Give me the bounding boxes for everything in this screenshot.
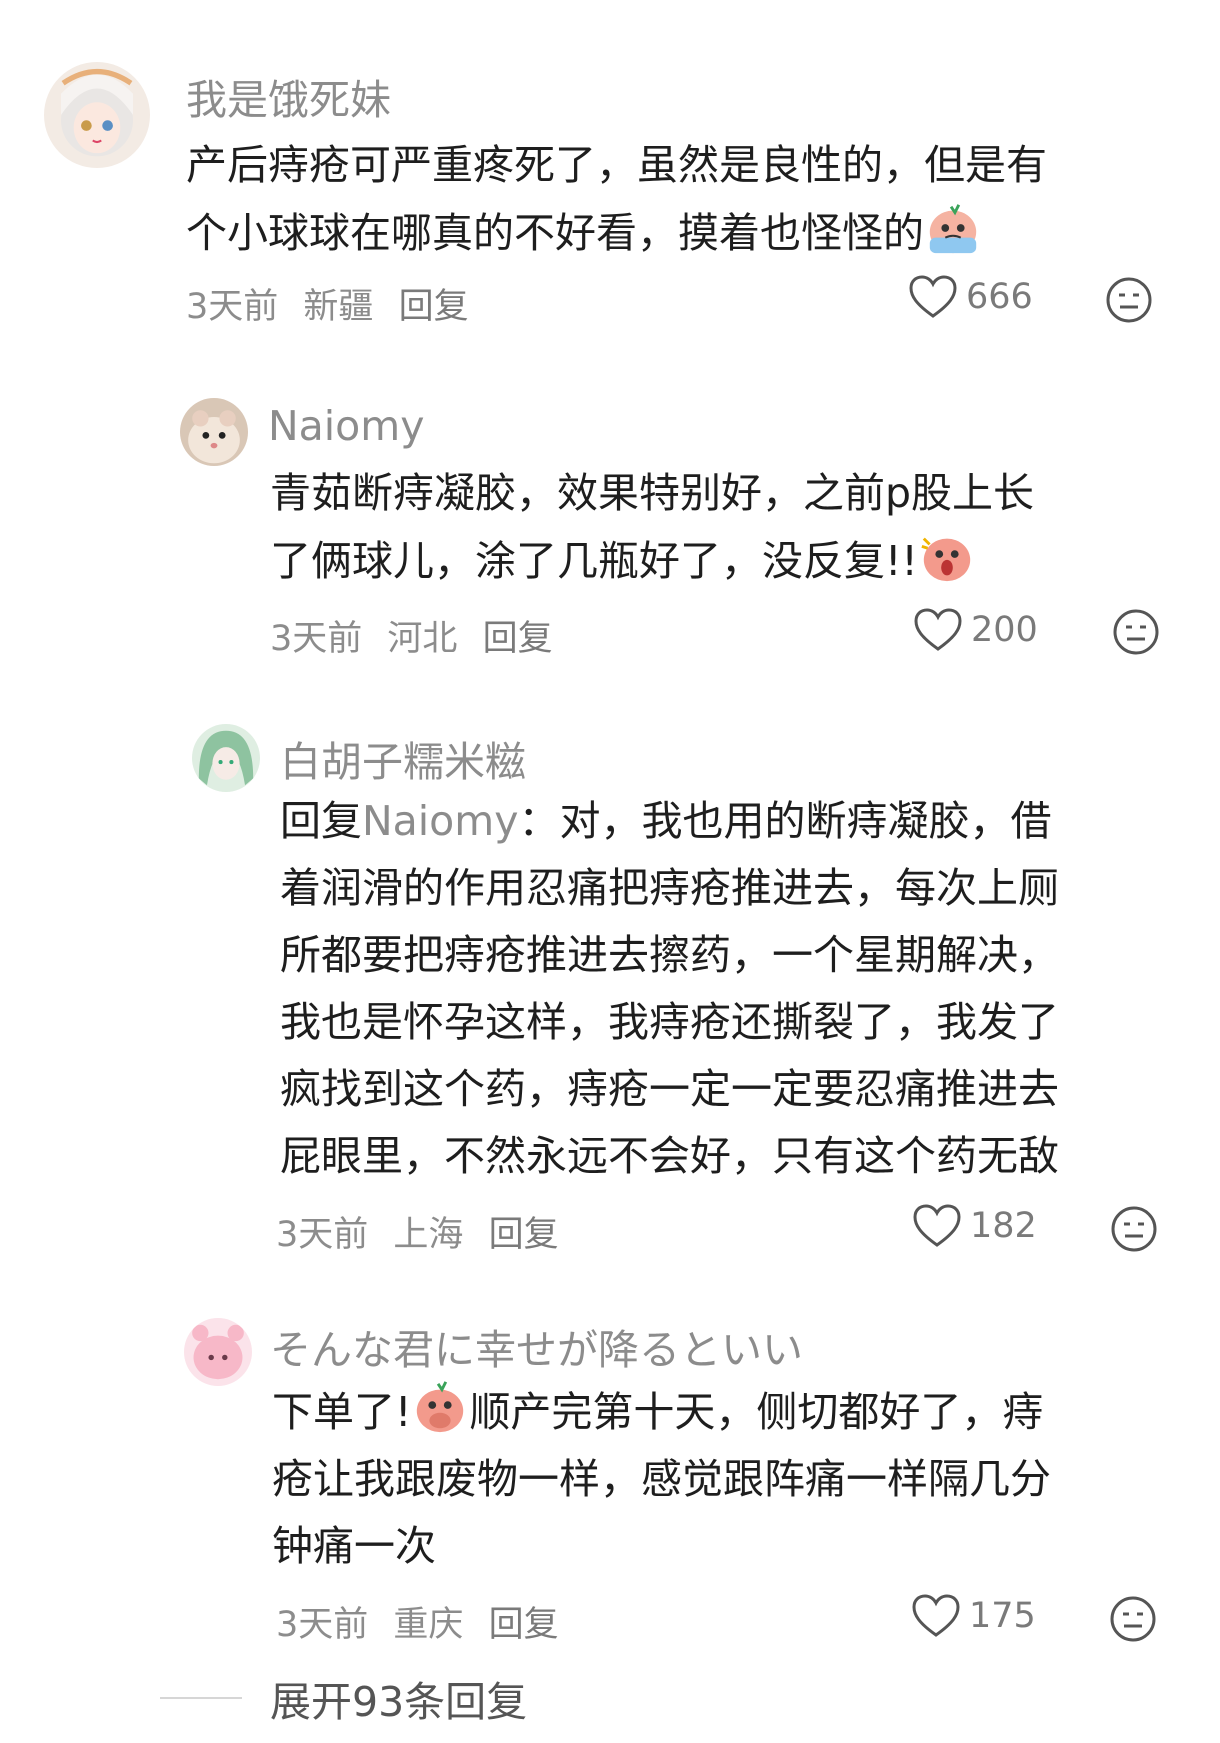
username[interactable]: Naiomy: [268, 402, 424, 450]
comment-time: 3天前: [186, 287, 279, 327]
comment-line: 了俩球儿，涂了几瓶好了，没反复!!: [270, 527, 1034, 595]
comment-line-text: ：对，我也用的断痔凝胶，借: [518, 797, 1052, 845]
reply-button[interactable]: 回复: [399, 287, 469, 327]
username[interactable]: 白胡子糯米糍: [280, 728, 526, 788]
comment-meta: 3天前 新疆 回复: [186, 278, 483, 329]
expand-replies-label: 展开93条回复: [270, 1678, 528, 1726]
avatar-hamster-image: [180, 398, 248, 466]
comment-body: 下单了! 顺产完第十天，侧切都好了，痔 疮让我跟废物一样，感觉跟阵痛一样隔几分 钟…: [272, 1378, 1051, 1580]
comment-body: 回复Naiomy：对，我也用的断痔凝胶，借 着润滑的作用忍痛把痔疮推进去，每次上…: [280, 788, 1059, 1190]
comment-location: 重庆: [393, 1605, 464, 1645]
comment-line-text: 了俩球儿，涂了几瓶好了，没反复!!: [270, 537, 918, 585]
like-button[interactable]: 200: [913, 607, 1038, 653]
like-button[interactable]: 666: [908, 274, 1033, 320]
avatar[interactable]: [184, 1318, 252, 1386]
like-count: 182: [970, 1206, 1037, 1246]
comment-line: 下单了! 顺产完第十天，侧切都好了，痔: [272, 1378, 1051, 1446]
avatar-green-hair-image: [192, 724, 260, 792]
comment-meta: 3天前 重庆 回复: [276, 1596, 573, 1647]
comment-line: 钟痛一次: [272, 1522, 436, 1570]
comment-time: 3天前: [270, 619, 363, 659]
like-count: 175: [969, 1596, 1036, 1636]
comment-line: 我也是怀孕这样，我痔疮还撕裂了，我发了: [280, 998, 1059, 1046]
like-button[interactable]: 175: [911, 1593, 1036, 1639]
comment-line: 回复Naiomy：对，我也用的断痔凝胶，借: [280, 788, 1059, 855]
like-button[interactable]: 182: [912, 1203, 1037, 1249]
comment-line: 个小球球在哪真的不好看，摸着也怪怪的: [186, 199, 1047, 267]
dislike-button[interactable]: [1110, 1205, 1158, 1253]
heart-icon: [913, 1204, 961, 1247]
neutral-face-icon: [1110, 1596, 1156, 1642]
expand-divider: [160, 1697, 242, 1699]
comment-location: 新疆: [303, 287, 374, 327]
reply-prefix: 回复: [280, 797, 362, 845]
comment-time: 3天前: [276, 1215, 369, 1255]
comment-body: 产后痔疮可严重疼死了，虽然是良性的，但是有 个小球球在哪真的不好看，摸着也怪怪的: [186, 132, 1047, 267]
comment-line: 所都要把痔疮推进去擦药，一个星期解决，: [280, 931, 1059, 979]
comment-line: 产后痔疮可严重疼死了，虽然是良性的，但是有: [186, 141, 1047, 189]
crying-emoji: [924, 199, 982, 257]
expand-replies-button[interactable]: 展开93条回复: [160, 1668, 527, 1728]
heart-icon: [912, 1594, 960, 1637]
like-count: 666: [966, 277, 1033, 317]
comment-line-text: 顺产完第十天，侧切都好了，痔: [469, 1388, 1044, 1436]
comment-line: 疯找到这个药，痔疮一定一定要忍痛推进去: [280, 1065, 1059, 1113]
avatar[interactable]: [192, 724, 260, 792]
comment-line: 疮让我跟废物一样，感觉跟阵痛一样隔几分: [272, 1455, 1051, 1503]
comment-line: 青茹断痔凝胶，效果特别好，之前p股上长: [270, 469, 1035, 517]
comment-location: 河北: [387, 619, 458, 659]
like-count: 200: [971, 610, 1038, 650]
dislike-button[interactable]: [1109, 1595, 1157, 1643]
username[interactable]: 我是饿死妹: [186, 66, 391, 126]
heart-icon: [909, 275, 957, 318]
avatar[interactable]: [44, 62, 150, 168]
comment-meta: 3天前 上海 回复: [276, 1206, 573, 1257]
comment-meta: 3天前 河北 回复: [270, 610, 567, 661]
dislike-button[interactable]: [1112, 608, 1160, 656]
neutral-face-icon: [1106, 277, 1152, 323]
comment-time: 3天前: [276, 1605, 369, 1645]
avatar[interactable]: [180, 398, 248, 466]
surprised-emoji: [918, 527, 976, 585]
avatar-pink-character-image: [184, 1318, 252, 1386]
avatar-anime-girl-image: [44, 62, 150, 168]
reply-button[interactable]: 回复: [483, 619, 553, 659]
reply-button[interactable]: 回复: [489, 1215, 559, 1255]
neutral-face-icon: [1113, 609, 1159, 655]
covering-mouth-emoji: [411, 1378, 469, 1436]
username[interactable]: そんな君に幸せが降るといい: [270, 1316, 803, 1376]
heart-icon: [914, 608, 962, 651]
dislike-button[interactable]: [1105, 276, 1153, 324]
comment-line: 屁眼里，不然永远不会好，只有这个药无敌: [280, 1132, 1059, 1180]
reply-button[interactable]: 回复: [489, 1605, 559, 1645]
comment-location: 上海: [393, 1215, 464, 1255]
comment-body: 青茹断痔凝胶，效果特别好，之前p股上长 了俩球儿，涂了几瓶好了，没反复!!: [270, 460, 1034, 595]
neutral-face-icon: [1111, 1206, 1157, 1252]
comment-line-text: 个小球球在哪真的不好看，摸着也怪怪的: [186, 209, 924, 257]
comment-line: 着润滑的作用忍痛把痔疮推进去，每次上厕: [280, 864, 1059, 912]
comment-line-text: 下单了!: [272, 1388, 412, 1436]
reply-target-name[interactable]: Naiomy: [362, 797, 518, 845]
